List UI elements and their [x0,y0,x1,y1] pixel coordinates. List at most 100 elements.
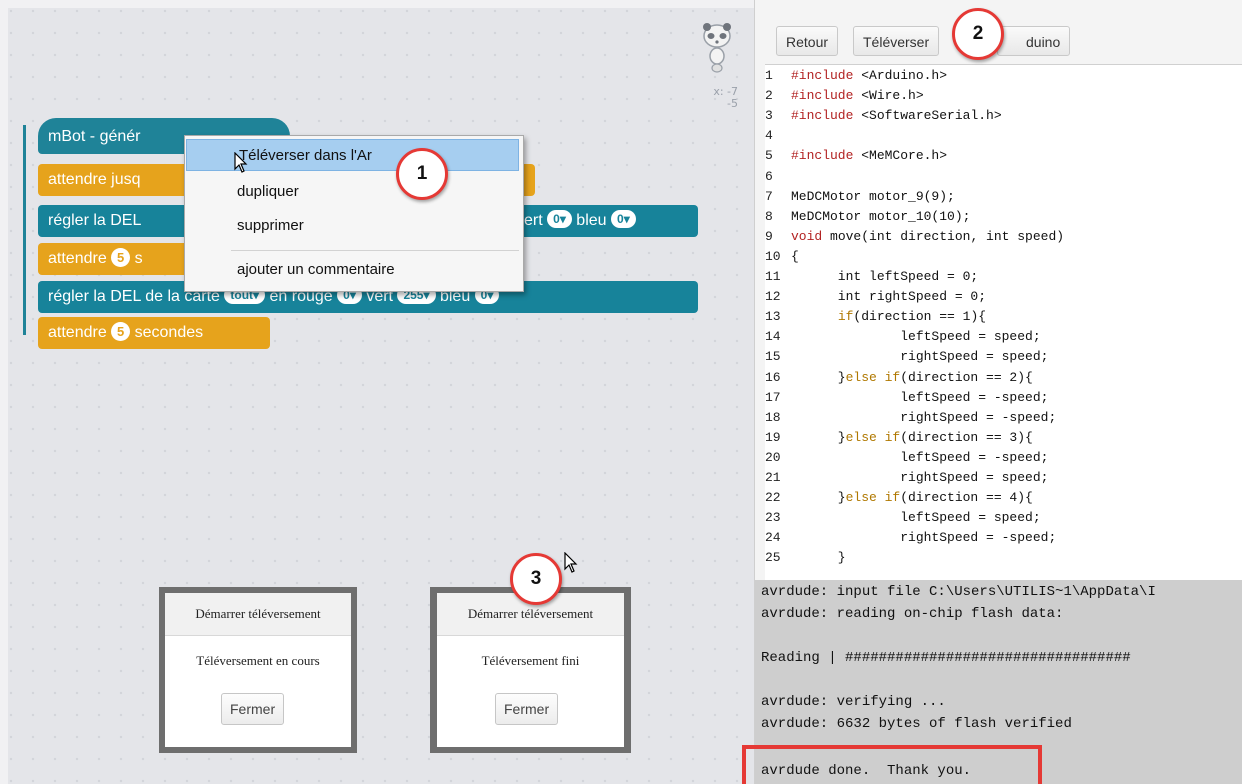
sprite-coordinates: x: -7 -5 [700,86,738,110]
line-number: 9 [765,228,773,244]
script-area[interactable]: x: -7 -5 mBot - génér attendre jusq régl… [0,0,754,784]
upload-dialog-2: Démarrer téléversement Téléversement fin… [437,593,624,747]
wait1-number[interactable]: 5 [111,247,131,267]
led1-green-text: 0 [553,212,560,227]
code-line: 6 [765,167,791,187]
code-line: 10 { [765,247,799,267]
code-line: 15 rightSpeed = speed; [765,347,1048,367]
upload-button[interactable]: Téléverser [853,26,940,56]
menu-item-delete[interactable]: supprimer [185,210,523,242]
led1-blue-text: 0 [617,212,624,227]
console-line: avrdude: verifying ... [761,694,946,710]
code-line: 3 #include <SoftwareSerial.h> [765,106,1002,126]
code-token: int rightSpeed = 0; [791,289,987,305]
code-line: 16 }else if(direction == 2){ [765,368,1033,388]
code-token: (direction == 1){ [853,309,987,325]
led1-label: régler la DEL [48,212,142,229]
code-token: rightSpeed = speed; [791,349,1049,365]
code-line: 5 #include <MeMCore.h> [765,146,947,166]
code-token: else if [845,429,901,445]
dialog-1-title: Démarrer téléversement [165,593,351,636]
code-token: #include [791,88,854,104]
line-number: 16 [765,369,781,385]
line-number: 12 [765,289,781,305]
code-token: move(int direction, int speed) [822,228,1065,244]
panda-sprite-icon[interactable] [700,22,734,74]
line-number: 10 [765,248,781,264]
code-line: 23 leftSpeed = speed; [765,508,1041,528]
code-line: 12 int rightSpeed = 0; [765,287,986,307]
code-line: 13 if(direction == 1){ [765,307,986,327]
code-token: MeDCMotor motor_10(10); [791,208,971,224]
line-number: 21 [765,470,781,485]
led1-green-value[interactable]: 0▾ [547,210,572,229]
line-number: 7 [765,188,773,204]
code-token: leftSpeed = -speed; [791,449,1049,465]
back-button[interactable]: Retour [776,26,839,56]
wait2-number[interactable]: 5 [111,321,131,341]
console-line: avrdude: reading on-chip flash data: [761,606,1064,622]
code-line: 18 rightSpeed = -speed; [765,408,1056,428]
script-bracket [23,125,26,335]
code-token: } [791,369,846,385]
menu-item-add-comment[interactable]: ajouter un commentaire [185,254,523,286]
dialog-1-message: Téléversement en cours [196,653,320,668]
led1-green-group: vert 0▾ bleu 0▾ [516,205,636,237]
code-editor[interactable]: 1 #include <Arduino.h> 2 #include <Wire.h> 3… [765,64,1242,581]
console-line: Reading | ##############################… [761,650,1131,666]
code-token: MeDCMotor motor_9(9); [791,188,955,204]
line-number: 24 [765,530,781,546]
wait-until-label: attendre jusq [48,171,141,188]
line-number: 20 [765,449,781,465]
code-token: if [837,309,854,325]
dialog-2-close-button[interactable]: Fermer [495,693,559,725]
line-number: 17 [765,389,781,405]
code-line: 8 MeDCMotor motor_10(10); [765,207,970,227]
code-token: #include [791,108,854,124]
line-number: 1 [765,68,773,83]
callout-3: 3 [510,553,562,605]
code-token: else if [845,369,901,385]
generated-code-panel: Retour Téléverser duino 1 #include <Ardui… [754,0,1242,784]
code-token: else if [845,490,901,506]
code-line: 7 MeDCMotor motor_9(9); [765,187,955,207]
code-token: <MeMCore.h> [853,148,948,164]
code-token: #include [791,148,854,164]
code-token: leftSpeed = speed; [791,329,1041,345]
led1-blue-value[interactable]: 0▾ [611,210,636,229]
code-token: { [791,248,799,264]
line-number: 15 [765,349,781,365]
line-number: 13 [765,309,781,325]
wait2-suffix: secondes [134,324,204,341]
wait1-suffix: s [134,250,143,267]
console-line: avrdude: 6632 bytes of flash verified [761,716,1072,732]
line-number: 23 [765,510,781,526]
code-token: <Wire.h> [853,88,924,104]
code-token: #include [791,68,854,83]
code-token: int leftSpeed = 0; [791,269,979,284]
code-token: (direction == 4){ [900,490,1033,506]
line-number: 14 [765,329,781,345]
edit-arduino-button[interactable]: duino [997,26,1071,56]
line-number: 18 [765,409,781,425]
top-strip [0,0,754,8]
code-line: 21 rightSpeed = speed; [765,468,1048,488]
line-number: 4 [765,128,773,144]
upload-dialog-1: Démarrer téléversement Téléversement en … [165,593,351,747]
mouse-pointer-icon-2 [564,552,578,573]
console-line: avrdude: input file C:\Users\UTILIS~1\Ap… [761,584,1156,600]
line-number: 2 [765,88,773,104]
code-token: rightSpeed = -speed; [791,409,1057,425]
code-line: 1 #include <Arduino.h> [765,66,947,86]
code-token: } [791,429,846,445]
code-line: 20 leftSpeed = -speed; [765,448,1048,468]
coord-y: -5 [727,97,738,110]
wait1-label: attendre [48,250,107,267]
left-strip [0,0,8,784]
line-number: 6 [765,168,773,184]
menu-separator [231,250,519,251]
wait-seconds-block-2[interactable]: attendre 5 secondes [38,317,270,349]
dialog-1-close-button[interactable]: Fermer [221,693,285,725]
menu-item-duplicate[interactable]: dupliquer [185,176,523,208]
